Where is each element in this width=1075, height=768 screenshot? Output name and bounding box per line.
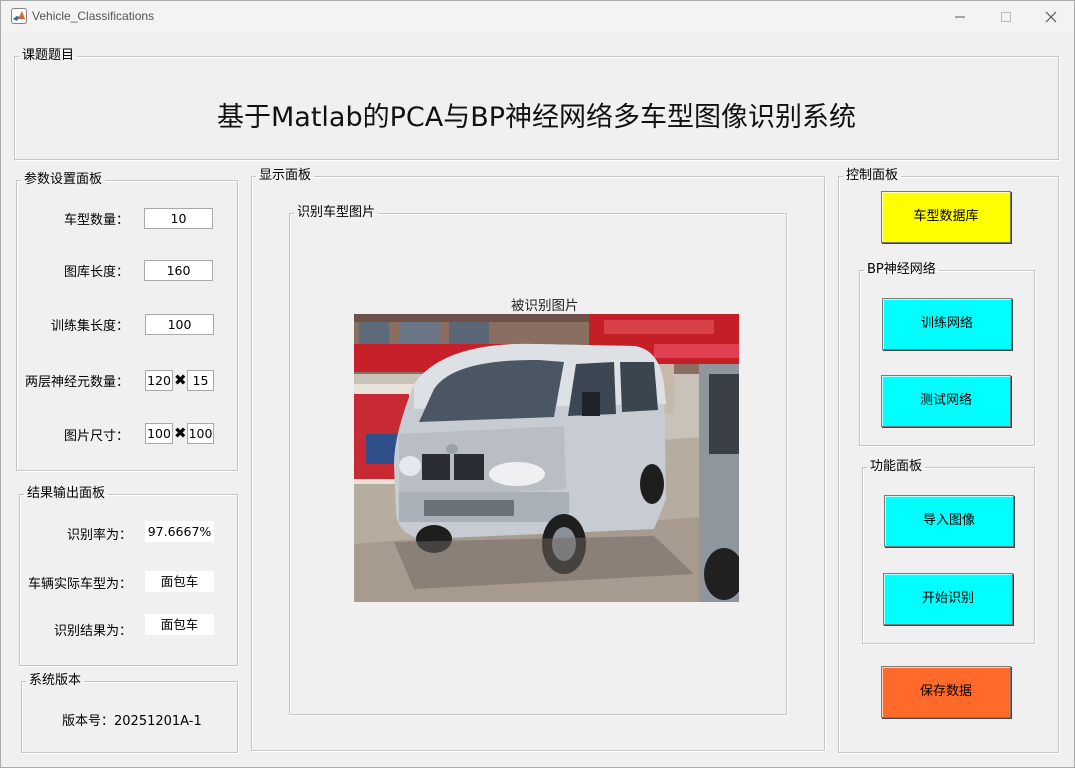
rate-output: 97.6667%: [145, 521, 214, 542]
rate-label: 识别率为：: [66, 528, 132, 543]
project-title: 基于Matlab的PCA与BP神经网络多车型图像识别系统: [216, 102, 857, 133]
result-output: 面包车: [145, 614, 214, 635]
vehicle-database-button[interactable]: 车型数据库: [881, 191, 1011, 243]
image-height-input[interactable]: 100: [187, 423, 214, 444]
vehicle-count-input[interactable]: 10: [144, 208, 213, 229]
vehicle-image: [354, 314, 739, 602]
display-panel-legend: 显示面板: [259, 168, 312, 183]
topic-panel-legend: 课题题目: [22, 48, 75, 63]
close-icon: [1045, 11, 1057, 23]
times-icon: ✖: [174, 371, 187, 389]
vehicle-image-subpanel-legend: 识别车型图片: [297, 205, 376, 220]
params-panel-legend: 参数设置面板: [24, 172, 103, 187]
times-icon: ✖: [174, 424, 187, 442]
minivan-photo: [354, 314, 739, 602]
close-button[interactable]: [1028, 1, 1074, 32]
actual-type-label: 车辆实际车型为：: [27, 577, 132, 592]
import-image-button[interactable]: 导入图像: [884, 495, 1014, 547]
neurons-label: 两层神经元数量：: [24, 375, 129, 390]
version-panel-legend: 系统版本: [29, 673, 82, 688]
version-text: 版本号：20251201A-1: [62, 714, 202, 729]
neurons-layer1-input[interactable]: 120: [145, 370, 173, 391]
function-panel-legend: 功能面板: [870, 459, 923, 474]
train-length-label: 训练集长度：: [50, 319, 129, 334]
test-network-button[interactable]: 测试网络: [881, 375, 1011, 427]
maximize-button[interactable]: [983, 1, 1029, 32]
vehicle-count-label: 车型数量：: [63, 213, 129, 228]
result-label: 识别结果为：: [53, 624, 132, 639]
actual-type-output: 面包车: [145, 571, 214, 592]
topic-panel: 课题题目 基于Matlab的PCA与BP神经网络多车型图像识别系统: [14, 49, 1059, 160]
matlab-icon: [11, 8, 27, 24]
library-length-input[interactable]: 160: [144, 260, 213, 281]
train-network-button[interactable]: 训练网络: [882, 298, 1012, 350]
neurons-layer2-input[interactable]: 15: [187, 370, 214, 391]
train-length-input[interactable]: 100: [145, 314, 214, 335]
start-recognition-button[interactable]: 开始识别: [883, 573, 1013, 625]
save-data-button[interactable]: 保存数据: [881, 666, 1011, 718]
minimize-icon: [955, 16, 965, 18]
control-panel-legend: 控制面板: [846, 168, 899, 183]
library-length-label: 图库长度：: [63, 265, 129, 280]
image-size-label: 图片尺寸：: [63, 429, 129, 444]
title-bar: Vehicle_Classifications: [1, 1, 1074, 32]
bp-network-panel-legend: BP神经网络: [867, 262, 936, 277]
results-panel-legend: 结果输出面板: [27, 486, 106, 501]
window-title: Vehicle_Classifications: [32, 9, 155, 23]
app-window: Vehicle_Classifications 课题题目 基于Matlab的PC…: [0, 0, 1075, 768]
minimize-button[interactable]: [937, 1, 983, 32]
image-width-input[interactable]: 100: [145, 423, 173, 444]
maximize-icon: [1001, 12, 1011, 22]
image-caption: 被识别图片: [511, 298, 579, 314]
